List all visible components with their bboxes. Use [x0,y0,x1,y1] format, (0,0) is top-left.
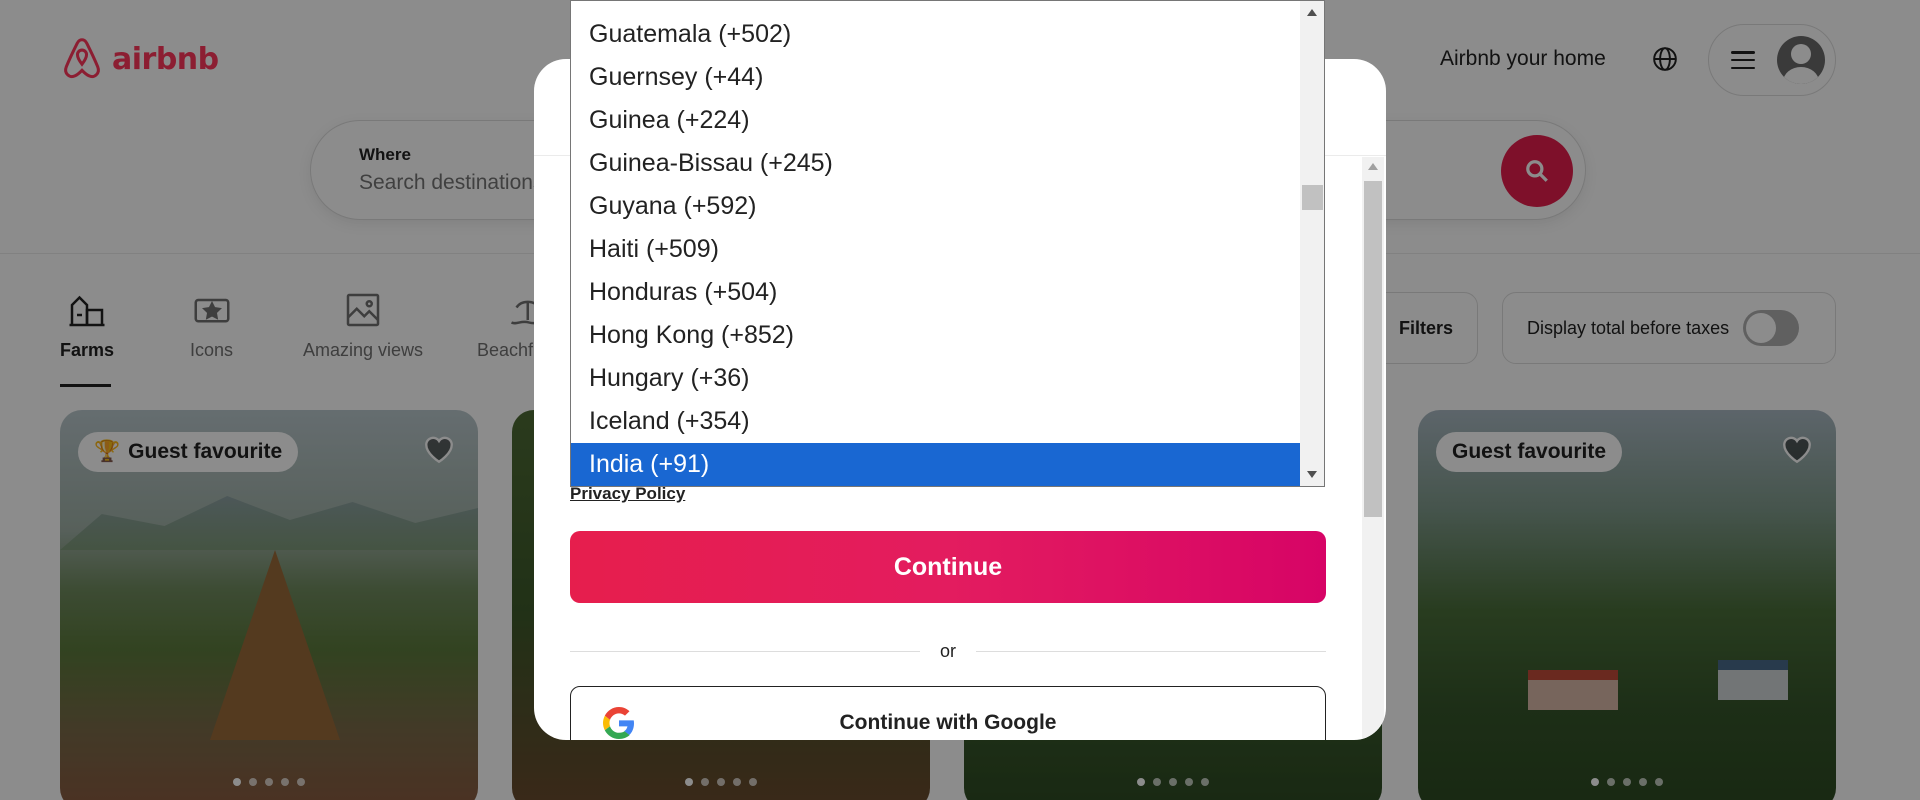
continue-with-google-button[interactable]: Continue with Google [570,686,1326,740]
privacy-policy-link[interactable]: Privacy Policy [570,484,685,504]
country-option[interactable]: Haiti (+509) [571,228,1300,271]
continue-button[interactable]: Continue [570,531,1326,603]
or-divider: or [570,639,1327,663]
scroll-up-arrow-icon[interactable] [1307,9,1317,16]
country-option[interactable]: Hong Kong (+852) [571,314,1300,357]
listbox-scrollbar[interactable] [1300,1,1324,486]
country-option[interactable]: Iceland (+354) [571,400,1300,443]
google-button-label: Continue with Google [839,711,1057,734]
listbox-scrollbar-thumb[interactable] [1302,185,1323,210]
country-option[interactable]: Guinea-Bissau (+245) [571,142,1300,185]
country-option[interactable]: Guatemala (+502) [571,13,1300,56]
country-option[interactable]: Guyana (+592) [571,185,1300,228]
country-option[interactable]: Guernsey (+44) [571,56,1300,99]
scroll-up-arrow-icon[interactable] [1368,163,1378,170]
google-g-icon [603,707,634,739]
country-option[interactable]: Honduras (+504) [571,271,1300,314]
country-option-selected[interactable]: India (+91) [571,443,1300,486]
country-code-listbox[interactable]: Guatemala (+502) Guernsey (+44) Guinea (… [570,0,1325,487]
or-text: or [940,640,957,661]
country-option[interactable]: Guinea (+224) [571,99,1300,142]
country-option[interactable]: Hungary (+36) [571,357,1300,400]
scroll-down-arrow-icon[interactable] [1307,471,1317,478]
modal-scrollbar-thumb[interactable] [1364,181,1382,517]
